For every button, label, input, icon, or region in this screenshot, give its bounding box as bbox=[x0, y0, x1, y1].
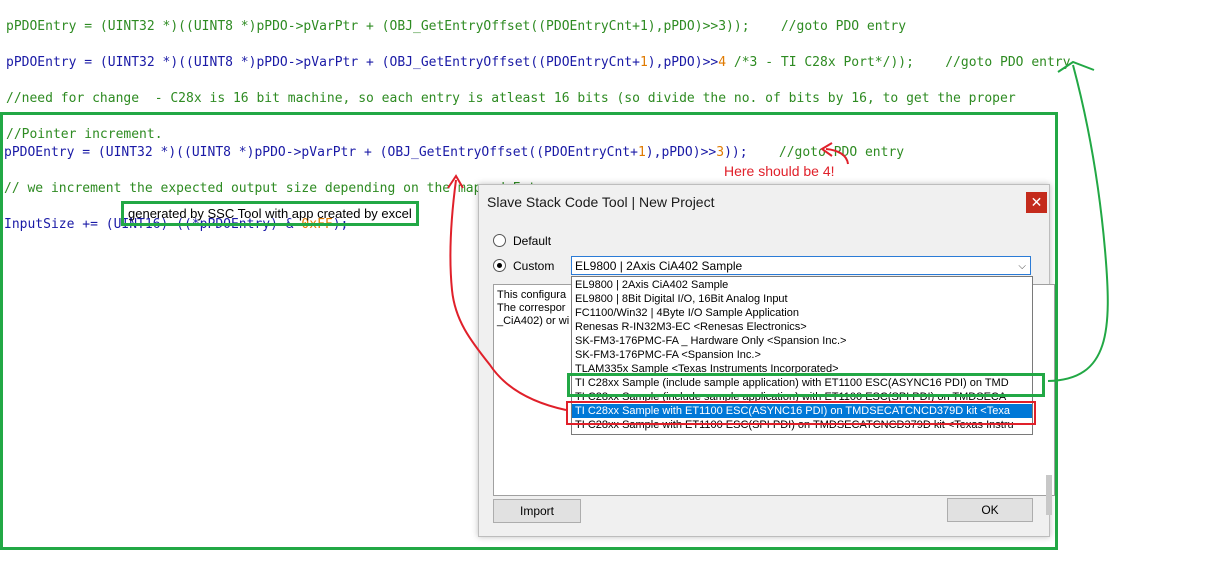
top-code-line-2-e: 4 bbox=[718, 55, 727, 70]
description-line: The correspor bbox=[497, 302, 566, 314]
frame-code-line-1-comment: //goto PDO entry bbox=[778, 145, 905, 160]
ok-button[interactable]: OK bbox=[947, 498, 1033, 522]
scrollbar-thumb[interactable] bbox=[1046, 475, 1052, 515]
frame-code-shift-value: 3 bbox=[716, 145, 725, 160]
top-code-line-2-a: pPDOEntry = bbox=[6, 55, 100, 70]
here-should-be-note: Here should be 4! bbox=[724, 163, 835, 179]
sample-select-value: EL9800 | 2Axis CiA402 Sample bbox=[575, 259, 743, 273]
ssc-tool-dialog: Slave Stack Code Tool | New Project ✕ De… bbox=[478, 184, 1055, 537]
top-code-line-2-c: 1 bbox=[639, 55, 648, 70]
sample-select[interactable]: EL9800 | 2Axis CiA402 Sample ⌵ bbox=[571, 256, 1031, 275]
chevron-down-icon[interactable]: ⌵ bbox=[1018, 257, 1026, 276]
top-code-line-1: pPDOEntry = (UINT32 *)((UINT8 *)pPDO->pV… bbox=[6, 18, 1070, 36]
close-icon[interactable]: ✕ bbox=[1026, 192, 1047, 213]
dropdown-item[interactable]: Renesas R-IN32M3-EC <Renesas Electronics… bbox=[572, 320, 1032, 334]
description-line: _CiA402) or wi bbox=[497, 315, 570, 327]
top-code-line-2: pPDOEntry = (UINT32 *)((UINT8 *)pPDO->pV… bbox=[6, 54, 1070, 72]
top-code-line-2-comment: /*3 - TI C28x Port*/)); //goto PDO entry bbox=[726, 55, 1071, 70]
description-line: This configura bbox=[497, 289, 567, 301]
dropdown-item[interactable]: SK-FM3-176PMC-FA _ Hardware Only <Spansi… bbox=[572, 334, 1032, 348]
dropdown-item[interactable]: SK-FM3-176PMC-FA <Spansion Inc.> bbox=[572, 348, 1032, 362]
radio-default-icon[interactable] bbox=[493, 234, 506, 247]
frame-code-line-1-b: 1 bbox=[637, 145, 646, 160]
frame-code-line-1-a: pPDOEntry = (UINT32 *)((UINT8 *)pPDO->pV… bbox=[4, 145, 638, 160]
frame-code-line-1: pPDOEntry = (UINT32 *)((UINT8 *)pPDO->pV… bbox=[4, 144, 904, 162]
top-code-line-1-text: pPDOEntry = (UINT32 *)((UINT8 *)pPDO->pV… bbox=[6, 19, 781, 34]
dropdown-item[interactable]: EL9800 | 8Bit Digital I/O, 16Bit Analog … bbox=[572, 292, 1032, 306]
dropdown-item[interactable]: FC1100/Win32 | 4Byte I/O Sample Applicat… bbox=[572, 306, 1032, 320]
top-code-line-1-comment: //goto PDO entry bbox=[780, 19, 907, 34]
radio-custom-row[interactable]: Custom bbox=[493, 259, 554, 273]
green-highlight-item bbox=[567, 373, 1045, 397]
top-code-line-2-b: (UINT32 *)((UINT8 *)pPDO->pVarPtr + (OBJ… bbox=[99, 55, 640, 70]
top-code-line-2-d: ),pPDO)>> bbox=[647, 55, 719, 70]
ssc-note-label: generated by SSC Tool with app created b… bbox=[121, 201, 419, 226]
frame-code-line-1-c: ),pPDO)>> bbox=[645, 145, 717, 160]
import-button[interactable]: Import bbox=[493, 499, 581, 523]
dropdown-item[interactable]: EL9800 | 2Axis CiA402 Sample bbox=[572, 278, 1032, 292]
dialog-title: Slave Stack Code Tool | New Project bbox=[487, 194, 715, 210]
radio-custom-icon[interactable] bbox=[493, 259, 506, 272]
radio-default-row[interactable]: Default bbox=[493, 234, 551, 248]
frame-code-line-1-e: )); bbox=[724, 145, 779, 160]
radio-default-label: Default bbox=[513, 234, 552, 248]
top-code-line-3: //need for change - C28x is 16 bit machi… bbox=[6, 91, 1016, 106]
red-highlight-item bbox=[566, 401, 1036, 425]
radio-custom-label: Custom bbox=[513, 259, 555, 273]
